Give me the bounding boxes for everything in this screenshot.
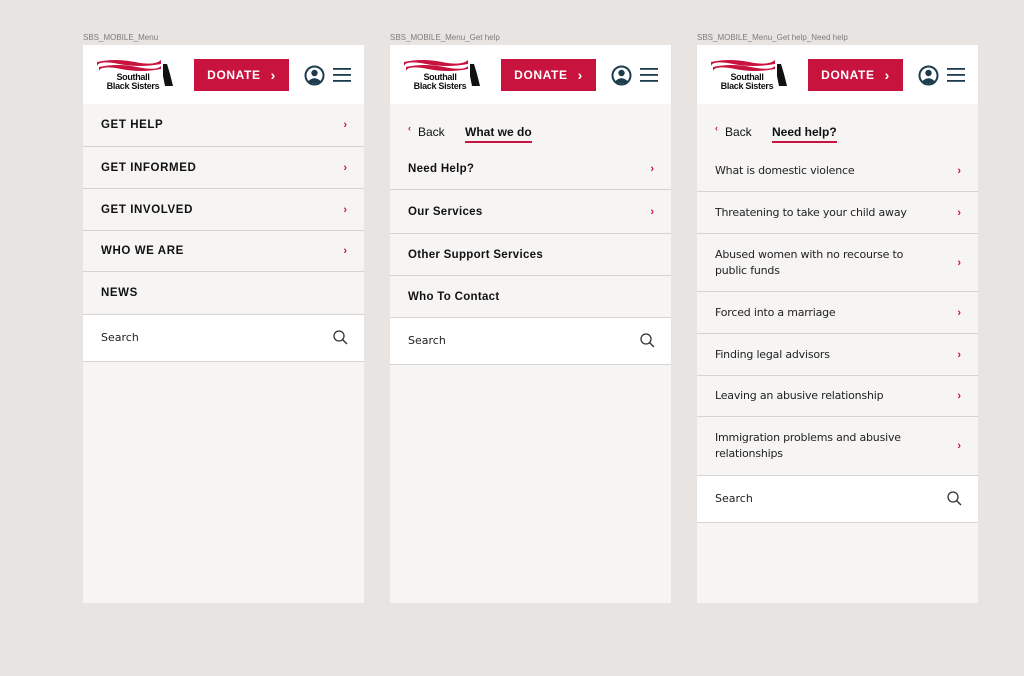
hamburger-menu-icon[interactable] bbox=[640, 67, 658, 83]
account-circle-icon[interactable] bbox=[304, 65, 325, 86]
chevron-right-icon: › bbox=[650, 162, 654, 175]
search-icon[interactable] bbox=[640, 333, 655, 348]
menu-item-label: Finding legal advisors bbox=[715, 347, 830, 361]
logo-line-2: Black Sisters bbox=[720, 81, 774, 91]
back-button[interactable]: Back bbox=[725, 125, 752, 139]
search-placeholder: Search bbox=[715, 492, 753, 505]
menu-item-label: WHO WE ARE bbox=[101, 245, 184, 257]
logo-text: Southall Black Sisters bbox=[410, 73, 470, 91]
chevron-right-icon: › bbox=[957, 390, 961, 402]
search-placeholder: Search bbox=[101, 331, 139, 344]
menu-item-label: Abused women with no recourse to public … bbox=[715, 247, 904, 277]
logo-text: Southall Black Sisters bbox=[103, 73, 163, 91]
logo[interactable]: Southall Black Sisters bbox=[709, 58, 789, 94]
site-header: Southall Black Sisters DONATE › bbox=[83, 45, 364, 104]
menu-item-other-support-services[interactable]: Other Support Services bbox=[390, 234, 671, 276]
phone-frame-need-help: Southall Black Sisters DONATE › ‹ Back N… bbox=[697, 45, 978, 603]
logo-line-2: Black Sisters bbox=[413, 81, 467, 91]
phone-frame-get-help: Southall Black Sisters DONATE › ‹ Back W… bbox=[390, 45, 671, 603]
menu-item-no-recourse[interactable]: Abused women with no recourse to public … bbox=[697, 234, 978, 292]
logo[interactable]: Southall Black Sisters bbox=[402, 58, 482, 94]
chevron-right-icon: › bbox=[957, 206, 961, 219]
donate-chevron-icon: › bbox=[577, 67, 583, 83]
menu-item-label: Our Services bbox=[408, 205, 483, 218]
menu-item-leaving-relationship[interactable]: Leaving an abusive relationship › bbox=[697, 376, 978, 417]
menu-item-label: Forced into a marriage bbox=[715, 305, 836, 319]
hamburger-menu-icon[interactable] bbox=[333, 67, 351, 83]
section-title: What we do bbox=[465, 125, 532, 143]
donate-button[interactable]: DONATE › bbox=[501, 59, 596, 91]
menu-item-who-we-are[interactable]: WHO WE ARE › bbox=[83, 231, 364, 272]
chevron-right-icon: › bbox=[343, 161, 347, 174]
chevron-right-icon: › bbox=[343, 245, 347, 257]
phone-frame-menu: Southall Black Sisters DONATE › GET HELP… bbox=[83, 45, 364, 603]
menu-item-our-services[interactable]: Our Services › bbox=[390, 190, 671, 234]
menu-item-news[interactable]: NEWS bbox=[83, 272, 364, 314]
donate-chevron-icon: › bbox=[270, 67, 276, 83]
menu-item-child-threat[interactable]: Threatening to take your child away › bbox=[697, 192, 978, 234]
menu-item-label: NEWS bbox=[101, 287, 138, 299]
menu-item-get-informed[interactable]: GET INFORMED › bbox=[83, 147, 364, 189]
account-circle-icon[interactable] bbox=[918, 65, 939, 86]
site-header: Southall Black Sisters DONATE › bbox=[390, 45, 671, 104]
chevron-right-icon: › bbox=[343, 119, 347, 131]
frame-label-get-help: SBS_MOBILE_Menu_Get help bbox=[390, 33, 500, 42]
menu-item-label: Who To Contact bbox=[408, 290, 500, 303]
frame-label-need-help: SBS_MOBILE_Menu_Get help_Need help bbox=[697, 33, 848, 42]
menu-item-who-to-contact[interactable]: Who To Contact bbox=[390, 276, 671, 317]
chevron-right-icon: › bbox=[957, 164, 961, 177]
donate-chevron-icon: › bbox=[884, 67, 890, 83]
hamburger-menu-icon[interactable] bbox=[947, 67, 965, 83]
back-button[interactable]: Back bbox=[418, 125, 445, 139]
menu-item-get-help[interactable]: GET HELP › bbox=[83, 104, 364, 147]
logo-text: Southall Black Sisters bbox=[717, 73, 777, 91]
back-bar: ‹ Back Need help? bbox=[697, 104, 978, 148]
frame-label-menu: SBS_MOBILE_Menu bbox=[83, 33, 159, 42]
menu-item-label: What is domestic violence bbox=[715, 163, 855, 177]
account-circle-icon[interactable] bbox=[611, 65, 632, 86]
donate-button[interactable]: DONATE › bbox=[808, 59, 903, 91]
chevron-right-icon: › bbox=[957, 440, 961, 452]
chevron-right-icon: › bbox=[957, 348, 961, 361]
menu-item-label: Leaving an abusive relationship bbox=[715, 389, 884, 402]
menu-item-forced-marriage[interactable]: Forced into a marriage › bbox=[697, 292, 978, 334]
chevron-right-icon: › bbox=[343, 203, 347, 216]
menu-item-domestic-violence[interactable]: What is domestic violence › bbox=[697, 150, 978, 192]
search-input[interactable]: Search bbox=[390, 317, 671, 365]
menu-item-immigration[interactable]: Immigration problems and abusive relatio… bbox=[697, 417, 978, 475]
search-input[interactable]: Search bbox=[697, 475, 978, 523]
chevron-right-icon: › bbox=[650, 205, 654, 218]
menu-item-get-involved[interactable]: GET INVOLVED › bbox=[83, 189, 364, 231]
menu-item-label: GET INFORMED bbox=[101, 161, 197, 174]
section-title: Need help? bbox=[772, 125, 837, 143]
chevron-left-icon[interactable]: ‹ bbox=[715, 123, 718, 133]
chevron-left-icon[interactable]: ‹ bbox=[408, 123, 411, 133]
logo[interactable]: Southall Black Sisters bbox=[95, 58, 175, 94]
search-placeholder: Search bbox=[408, 334, 446, 347]
donate-label: DONATE bbox=[514, 68, 568, 82]
menu-item-label: Other Support Services bbox=[408, 248, 544, 261]
menu-item-legal-advisors[interactable]: Finding legal advisors › bbox=[697, 334, 978, 376]
menu-item-label: GET INVOLVED bbox=[101, 203, 193, 216]
search-icon[interactable] bbox=[333, 330, 348, 345]
chevron-right-icon: › bbox=[957, 256, 961, 269]
donate-label: DONATE bbox=[821, 68, 875, 82]
site-header: Southall Black Sisters DONATE › bbox=[697, 45, 978, 104]
menu-item-label: Need Help? bbox=[408, 162, 475, 175]
menu-item-label: GET HELP bbox=[101, 119, 164, 131]
search-input[interactable]: Search bbox=[83, 314, 364, 362]
chevron-right-icon: › bbox=[957, 306, 961, 319]
logo-line-2: Black Sisters bbox=[106, 81, 160, 91]
donate-button[interactable]: DONATE › bbox=[194, 59, 289, 91]
menu-item-need-help[interactable]: Need Help? › bbox=[390, 148, 671, 190]
menu-item-label: Threatening to take your child away bbox=[715, 205, 907, 219]
donate-label: DONATE bbox=[207, 68, 261, 82]
search-icon[interactable] bbox=[947, 491, 962, 506]
menu-item-label: Immigration problems and abusive relatio… bbox=[715, 431, 901, 460]
back-bar: ‹ Back What we do bbox=[390, 104, 671, 148]
